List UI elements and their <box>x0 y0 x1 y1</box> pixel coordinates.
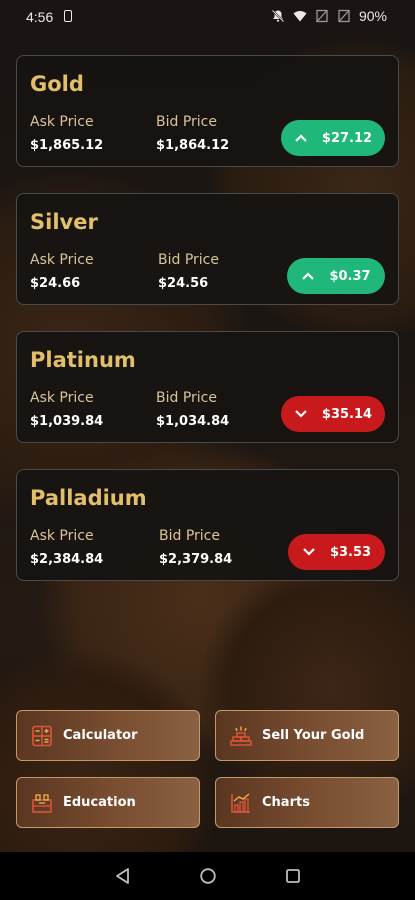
ask-price-value: $1,039.84 <box>30 414 104 429</box>
chevron-up-icon <box>302 272 315 280</box>
chevron-down-icon <box>295 410 307 418</box>
ask-price-label: Ask Price <box>30 528 94 544</box>
price-change-badge: $3.53 <box>288 534 385 570</box>
metal-card-gold[interactable]: Gold Ask Price $1,865.12 Bid Price $1,86… <box>16 55 399 167</box>
metal-name: Gold <box>30 72 84 96</box>
price-change-badge: $27.12 <box>281 120 385 156</box>
metal-card-platinum[interactable]: Platinum Ask Price $1,039.84 Bid Price $… <box>16 331 399 443</box>
bid-price-value: $1,034.84 <box>156 414 230 429</box>
calculator-icon <box>32 725 52 746</box>
charts-label: Charts <box>262 795 310 810</box>
system-navigation-bar <box>0 852 415 900</box>
price-change-badge: $35.14 <box>281 396 385 432</box>
ask-price-value: $24.66 <box>30 276 81 291</box>
price-change-value: $35.14 <box>321 406 373 422</box>
bid-price-label: Bid Price <box>156 390 217 406</box>
ask-price-value: $1,865.12 <box>30 138 104 153</box>
bid-price-label: Bid Price <box>158 252 219 268</box>
metal-price-list: Gold Ask Price $1,865.12 Bid Price $1,86… <box>16 55 399 607</box>
sell-your-gold-label: Sell Your Gold <box>262 728 365 743</box>
education-label: Education <box>63 795 136 810</box>
ask-price-label: Ask Price <box>30 252 94 268</box>
battery-percent: 90% <box>358 8 387 24</box>
wifi-icon <box>293 11 307 22</box>
metal-name: Platinum <box>30 348 136 372</box>
metal-card-palladium[interactable]: Palladium Ask Price $2,384.84 Bid Price … <box>16 469 399 581</box>
calculator-button[interactable]: Calculator <box>16 710 200 761</box>
calculator-label: Calculator <box>63 728 138 743</box>
metal-name: Silver <box>30 210 98 234</box>
recents-icon[interactable] <box>284 867 302 885</box>
home-icon[interactable] <box>199 867 217 885</box>
sell-your-gold-button[interactable]: Sell Your Gold <box>215 710 399 761</box>
ask-price-label: Ask Price <box>30 390 94 406</box>
education-button[interactable]: Education <box>16 777 200 828</box>
chevron-down-icon <box>303 548 315 556</box>
do-not-disturb-bell-icon <box>271 9 285 23</box>
signal-off-icon <box>338 9 350 23</box>
price-change-value: $0.37 <box>329 268 371 284</box>
status-time: 4:56 <box>26 9 54 25</box>
chart-icon <box>231 792 250 813</box>
bid-price-value: $1,864.12 <box>156 138 230 153</box>
metal-name: Palladium <box>30 486 147 510</box>
charts-button[interactable]: Charts <box>215 777 399 828</box>
chevron-up-icon <box>295 134 307 142</box>
bid-price-label: Bid Price <box>156 114 217 130</box>
education-icon <box>32 793 52 813</box>
ask-price-label: Ask Price <box>30 114 94 130</box>
gold-bars-icon <box>230 726 252 746</box>
status-bar: 4:56 90% <box>0 0 415 32</box>
bid-price-value: $24.56 <box>158 276 209 291</box>
screenshot-notification-icon <box>64 10 72 22</box>
back-icon[interactable] <box>114 867 132 885</box>
ask-price-value: $2,384.84 <box>30 552 104 567</box>
metal-card-silver[interactable]: Silver Ask Price $24.66 Bid Price $24.56… <box>16 193 399 305</box>
price-change-badge: $0.37 <box>287 258 385 294</box>
price-change-value: $3.53 <box>329 544 372 560</box>
bid-price-label: Bid Price <box>159 528 220 544</box>
signal-off-icon <box>316 9 328 23</box>
bid-price-value: $2,379.84 <box>159 552 233 567</box>
price-change-value: $27.12 <box>321 130 373 146</box>
